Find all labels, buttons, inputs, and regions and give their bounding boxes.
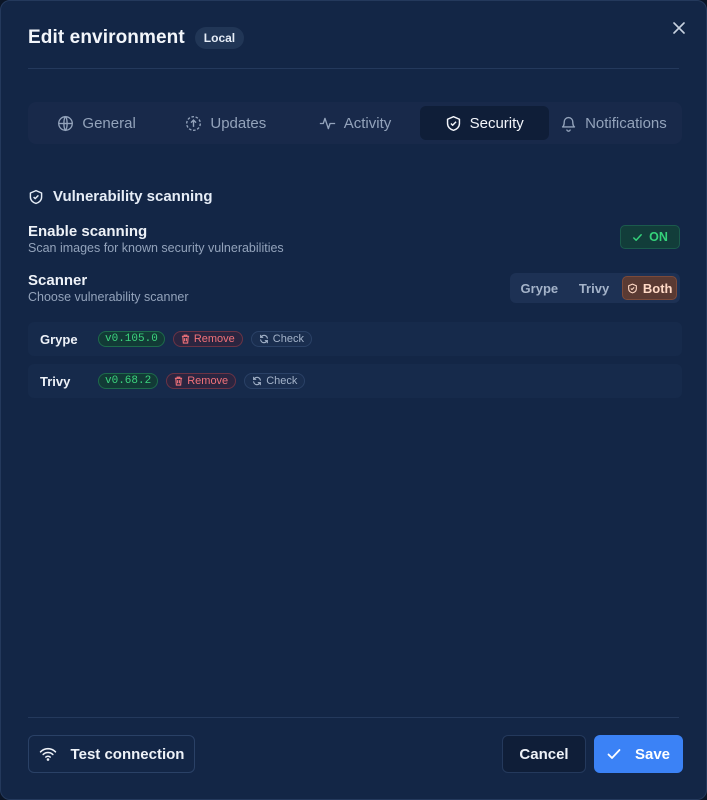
section-heading: Vulnerability scanning xyxy=(28,188,212,205)
scanner-label: Scanner xyxy=(28,272,88,289)
scanner-description: Choose vulnerability scanner xyxy=(28,290,189,304)
globe-icon xyxy=(58,115,74,131)
upload-circle-icon xyxy=(186,115,202,131)
trash-icon xyxy=(175,376,183,386)
scanner-option-trivy[interactable]: Trivy xyxy=(568,276,621,300)
remove-trivy-button[interactable]: Remove xyxy=(166,373,237,389)
version-badge: v0.105.0 xyxy=(98,331,165,347)
tab-activity[interactable]: Activity xyxy=(290,106,419,140)
refresh-icon xyxy=(253,376,262,386)
scanner-row: Scanner Choose vulnerability scanner xyxy=(28,272,189,304)
activity-icon xyxy=(319,117,335,129)
save-label: Save xyxy=(634,745,671,763)
enable-scanning-toggle[interactable]: ON xyxy=(620,225,680,249)
remove-grype-button[interactable]: Remove xyxy=(172,331,243,347)
tab-general[interactable]: General xyxy=(32,106,161,140)
scanner-option-grype[interactable]: Grype xyxy=(513,276,566,300)
tab-security-label: Security xyxy=(469,114,524,132)
test-connection-label: Test connection xyxy=(70,745,185,763)
bell-icon xyxy=(561,116,576,132)
scanner-name: Grype xyxy=(40,331,78,347)
wifi-icon xyxy=(39,748,56,761)
check-trivy-button[interactable]: Check xyxy=(244,373,306,389)
tab-notifications-label: Notifications xyxy=(585,114,667,132)
footer-divider xyxy=(28,717,679,718)
close-button[interactable] xyxy=(670,19,688,37)
tab-activity-label: Activity xyxy=(343,114,392,132)
enable-scanning-row: Enable scanning Scan images for known se… xyxy=(28,223,284,255)
close-icon xyxy=(673,22,685,34)
scanner-item-grype: Grype v0.105.0 Remove Check xyxy=(28,322,682,356)
dialog-header: Edit environment Local xyxy=(28,27,245,49)
shield-icon xyxy=(627,283,637,293)
toggle-label: ON xyxy=(649,230,668,244)
scanner-item-trivy: Trivy v0.68.2 Remove Check xyxy=(28,364,682,398)
environment-badge: Local xyxy=(194,27,245,49)
scanner-option-both-label: Both xyxy=(642,280,673,296)
tab-notifications[interactable]: Notifications xyxy=(549,106,678,140)
tab-security[interactable]: Security xyxy=(419,106,549,140)
cancel-button[interactable]: Cancel xyxy=(502,735,586,773)
tab-general-label: General xyxy=(82,114,136,132)
trash-icon xyxy=(181,334,189,344)
tab-updates-label: Updates xyxy=(210,114,267,132)
check-label: Check xyxy=(266,375,298,387)
tab-updates[interactable]: Updates xyxy=(161,106,290,140)
scanner-option-both[interactable]: Both xyxy=(622,276,678,300)
tab-bar: General Updates Activity Security Notifi… xyxy=(28,102,682,144)
test-connection-button[interactable]: Test connection xyxy=(28,735,195,773)
edit-environment-dialog: Edit environment Local General Updates A… xyxy=(0,0,707,800)
check-icon xyxy=(633,233,643,241)
scanner-name: Trivy xyxy=(40,373,71,389)
refresh-icon xyxy=(259,334,268,344)
check-label: Check xyxy=(272,333,304,345)
shield-check-icon xyxy=(446,115,460,131)
section-title: Vulnerability scanning xyxy=(53,188,213,205)
version-badge: v0.68.2 xyxy=(98,373,159,389)
shield-check-icon xyxy=(29,189,43,204)
scanner-selector: Grype Trivy Both xyxy=(510,273,680,303)
header-divider xyxy=(28,68,679,69)
check-icon xyxy=(607,749,621,759)
enable-scanning-description: Scan images for known security vulnerabi… xyxy=(28,241,284,255)
remove-label: Remove xyxy=(193,333,235,345)
remove-label: Remove xyxy=(187,375,229,387)
dialog-title: Edit environment xyxy=(28,27,185,48)
enable-scanning-label: Enable scanning xyxy=(28,223,148,240)
check-grype-button[interactable]: Check xyxy=(250,331,312,347)
save-button[interactable]: Save xyxy=(594,735,683,773)
